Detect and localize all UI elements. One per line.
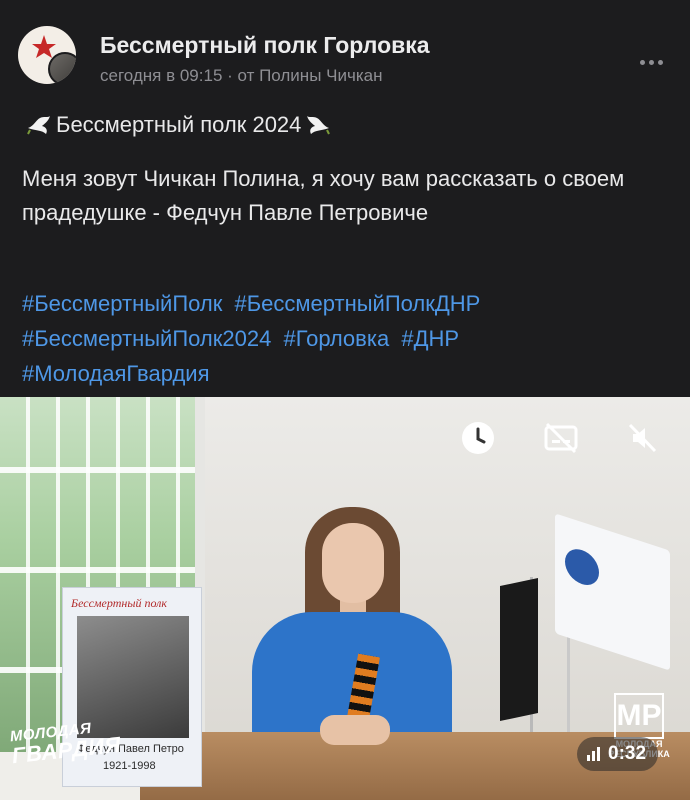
post-card: Бессмертный полк Горловка сегодня в 09:1… — [0, 0, 690, 800]
volume-off-icon[interactable] — [625, 420, 661, 456]
hashtag-link[interactable]: #БессмертныйПолкДНР — [235, 291, 481, 316]
hashtag-link[interactable]: #БессмертныйПолк2024 — [22, 326, 271, 351]
more-horizontal-icon[interactable] — [640, 52, 670, 65]
subtitles-off-icon[interactable] — [543, 420, 579, 456]
author-avatar[interactable] — [48, 52, 76, 84]
community-name[interactable]: Бессмертный полк Горловка — [100, 32, 430, 59]
post-meta[interactable]: сегодня в 09:15 · от Полины Чичкан — [100, 66, 382, 86]
hashtag-link[interactable]: #Горловка — [283, 326, 389, 351]
video-duration: 0:32 — [608, 743, 647, 764]
clock-icon[interactable] — [460, 420, 496, 456]
hashtag-link[interactable]: #МолодаяГвардия — [22, 361, 210, 386]
post-body: Меня зовут Чичкан Полина, я хочу вам рас… — [22, 166, 625, 225]
community-avatar[interactable] — [18, 26, 76, 84]
post-heading: Бессмертный полк 2024 — [22, 112, 335, 138]
post-header: Бессмертный полк Горловка сегодня в 09:1… — [18, 26, 672, 96]
video-player[interactable]: Бессмертный полк Федчун Павел Петро 1921… — [0, 397, 690, 800]
dove-icon — [27, 116, 50, 135]
dove-icon — [307, 116, 331, 135]
hashtag-link[interactable]: #ДНР — [401, 326, 459, 351]
black-flag — [500, 577, 538, 722]
post-heading-text: Бессмертный полк 2024 — [56, 112, 302, 137]
portrait-header: Бессмертный полк — [71, 596, 168, 610]
hashtag-link[interactable]: #БессмертныйПолк — [22, 291, 222, 316]
video-duration-badge: 0:32 — [577, 737, 659, 771]
signal-bars-icon — [587, 747, 600, 761]
hashtag-list: #БессмертныйПолк #БессмертныйПолкДНР #Бе… — [22, 286, 672, 391]
molodaya-gvardiya-badge: МОЛОДАЯ ГВАРДИЯ — [9, 719, 123, 769]
